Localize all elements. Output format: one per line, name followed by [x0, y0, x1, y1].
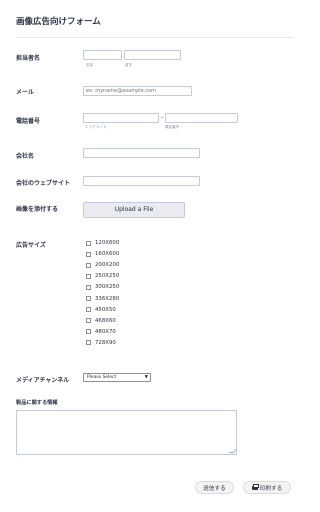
company-label: 会社名 — [16, 153, 35, 160]
checkbox[interactable] — [86, 273, 91, 279]
last-name-sublabel: 苗字 — [125, 63, 133, 67]
checkbox-label: 120X600 — [95, 240, 120, 246]
phone-label: 電話番号 — [16, 118, 41, 125]
checkbox[interactable] — [86, 262, 91, 268]
checkbox-label: 250X250 — [95, 273, 120, 280]
checkbox-label: 450X50 — [95, 306, 116, 313]
checkbox[interactable] — [86, 307, 91, 313]
checkbox[interactable] — [86, 296, 91, 301]
checkbox[interactable] — [86, 329, 91, 335]
area-code-sublabel: エリアコード — [85, 125, 107, 129]
phone-separator: - — [161, 114, 164, 121]
ad-size-option[interactable]: 160X600 — [86, 250, 119, 258]
checkbox[interactable] — [86, 340, 91, 346]
checkbox[interactable] — [86, 284, 91, 290]
submit-button[interactable]: 送信する — [195, 481, 234, 494]
area-code-input[interactable] — [83, 113, 159, 123]
ad-size-option[interactable]: 250X250 — [86, 272, 119, 280]
website-label: 会社のウェブサイト — [16, 180, 71, 187]
checkbox[interactable] — [86, 240, 91, 246]
checkbox-label: 160X600 — [95, 251, 120, 258]
ad-size-option[interactable]: 120X600 — [86, 239, 119, 247]
checkbox-label: 728X90 — [95, 339, 116, 346]
media-channel-label: メディアチャンネル — [16, 377, 70, 384]
chevron-down-icon: ▼ — [144, 375, 148, 380]
last-name-input[interactable] — [124, 50, 181, 60]
phone-number-input[interactable] — [165, 113, 238, 123]
media-channel-select[interactable]: Please Select ▼ — [83, 373, 151, 382]
ad-size-option[interactable]: 300X250 — [86, 283, 119, 291]
company-input[interactable] — [83, 148, 200, 158]
checkbox-label: 468X60 — [95, 317, 116, 324]
print-label: 印刷する — [259, 485, 283, 492]
ad-size-option[interactable]: 480X70 — [86, 328, 116, 336]
website-input[interactable] — [83, 176, 200, 186]
checkbox-label: 480X70 — [95, 328, 116, 335]
select-value: Please Select — [87, 375, 117, 380]
first-name-sublabel: 名前 — [86, 63, 94, 67]
checkbox[interactable] — [86, 318, 91, 324]
first-name-input[interactable] — [83, 50, 122, 60]
ad-size-option[interactable]: 200X200 — [86, 261, 119, 269]
email-label: メール — [16, 89, 35, 96]
title-divider — [16, 37, 294, 38]
email-input[interactable] — [83, 86, 192, 96]
print-button[interactable]: 印刷する — [243, 481, 291, 494]
ad-size-label: 広告サイズ — [16, 242, 46, 249]
ad-size-option[interactable]: 336X280 — [86, 295, 119, 303]
contact-name-label: 担当者名 — [16, 55, 41, 62]
product-info-label: 製品に関する情報 — [16, 400, 58, 406]
ad-size-option[interactable]: 450X50 — [86, 306, 116, 314]
resize-grip-icon[interactable] — [229, 449, 237, 453]
submit-label: 送信する — [203, 485, 226, 492]
form-title: 画像広告向けフォーム — [16, 17, 101, 27]
product-info-textarea[interactable] — [16, 410, 237, 455]
ad-size-option[interactable]: 468X60 — [86, 317, 116, 325]
phone-number-sublabel: 電話番号 — [165, 125, 180, 129]
upload-file-button[interactable]: Upload a File — [83, 202, 185, 218]
checkbox-label: 300X250 — [95, 284, 120, 291]
checkbox-label: 200X200 — [95, 262, 120, 269]
ad-size-option[interactable]: 728X90 — [86, 339, 116, 347]
checkbox[interactable] — [86, 251, 91, 257]
printer-icon — [251, 483, 259, 490]
checkbox-label: 336X280 — [95, 295, 120, 302]
image-upload-label: 画像を添付する — [16, 206, 59, 213]
